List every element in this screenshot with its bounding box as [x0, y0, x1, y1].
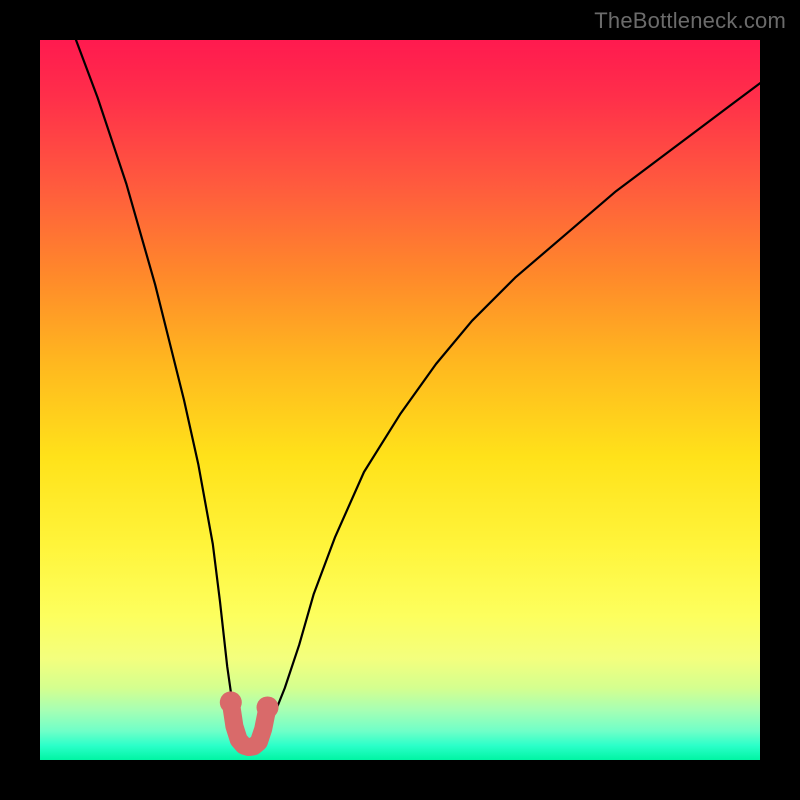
bottleneck-curve [76, 40, 760, 746]
optimum-marker-dot [257, 696, 279, 718]
chart-frame: TheBottleneck.com [0, 0, 800, 800]
plot-area [40, 40, 760, 760]
chart-svg [40, 40, 760, 760]
watermark-text: TheBottleneck.com [594, 8, 786, 34]
optimum-marker-dot [220, 691, 242, 713]
